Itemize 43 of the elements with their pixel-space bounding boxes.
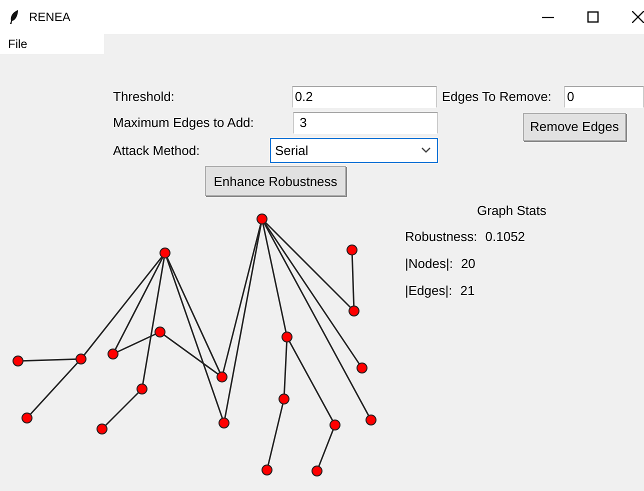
feather-icon [9,10,19,24]
graph-node [366,414,376,426]
graph-node [278,394,290,404]
stat-value: 21 [460,283,475,300]
maximize-icon[interactable] [587,11,599,23]
chevron-down-icon [421,147,431,153]
stat-label: Robustness: [405,229,478,246]
enhance-robustness-button[interactable]: Enhance Robustness [205,166,346,196]
graph-node [218,418,230,428]
graph-node [348,306,360,316]
graph-node [108,348,118,360]
graph-node [262,464,272,476]
stat-value: 20 [460,256,476,273]
graph-node [136,384,148,394]
threshold-label: Threshold: [113,89,176,104]
graph-node [312,466,322,476]
graph-node [22,412,32,424]
attack-method-label: Attack Method: [113,142,201,158]
attack-method-dropdown[interactable]: Serial [270,138,438,162]
max-edges-label: Maximum Edges to Add: [113,115,255,130]
graph-stats-title: Graph Stats [477,202,546,220]
menu-item[interactable]: File [8,37,28,51]
graph-node [160,248,170,258]
max-edges-field[interactable]: 3 [293,112,438,134]
remove-edges-button[interactable]: Remove Edges [523,112,626,140]
edges-to-remove-label: Edges To Remove: [442,89,552,104]
threshold-field[interactable]: 0.2 [292,86,437,108]
graph-node [76,354,86,364]
graph-node [154,326,166,338]
stat-label: |Edges|: [405,283,452,300]
graph-node [12,356,24,366]
graph-node [346,244,358,256]
graph-node [330,420,340,430]
stat-value: 0.1052 [485,229,526,246]
graph-node [256,214,268,224]
graph-node [282,332,292,342]
graph-node [216,372,228,382]
graph-node [356,362,368,374]
graph-node [96,424,108,434]
stat-label: |Nodes|: [405,256,453,273]
close-icon[interactable] [632,11,644,23]
edges-to-remove-field[interactable]: 0 [564,86,644,108]
window-title: RENEA [29,10,70,24]
